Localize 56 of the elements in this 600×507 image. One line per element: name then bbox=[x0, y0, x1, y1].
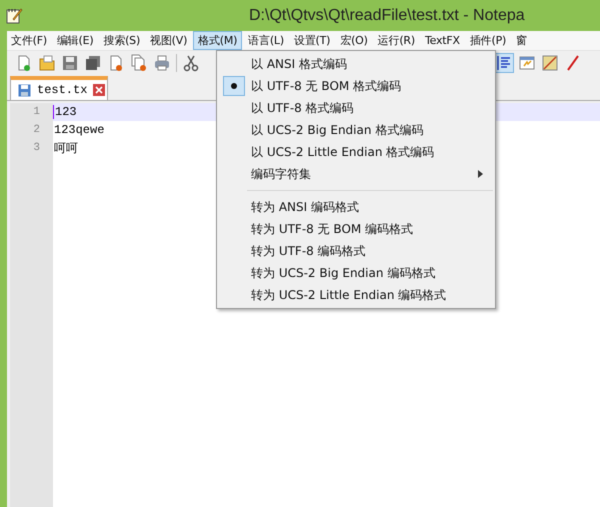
line-number: 1 bbox=[10, 103, 53, 121]
menu-option[interactable]: 以 ANSI 格式编码 bbox=[217, 53, 495, 75]
close-all-icon[interactable] bbox=[130, 54, 148, 72]
menu-option-label: 以 ANSI 格式编码 bbox=[251, 56, 347, 72]
folder-icon[interactable] bbox=[38, 54, 56, 72]
menu-item[interactable]: 文件(F) bbox=[7, 31, 51, 50]
menu-option[interactable]: 转为 UTF-8 编码格式 bbox=[217, 240, 495, 262]
close-icon[interactable] bbox=[93, 84, 106, 96]
menu-option[interactable]: 转为 UCS-2 Big Endian 编码格式 bbox=[217, 262, 495, 284]
menu-option-label: 转为 ANSI 编码格式 bbox=[251, 198, 359, 216]
line-number: 3 bbox=[10, 139, 53, 157]
code-line: 呵呵 bbox=[53, 140, 78, 156]
indent-guide-icon[interactable] bbox=[495, 54, 513, 72]
menu-item[interactable]: 搜索(S) bbox=[99, 31, 144, 50]
tab-label: test.tx bbox=[37, 83, 88, 97]
code-line: 123 bbox=[53, 105, 77, 119]
menu-option-label: 编码字符集 bbox=[251, 166, 311, 182]
menu-option[interactable]: 转为 UCS-2 Little Endian 编码格式 bbox=[217, 284, 495, 306]
window-icon[interactable] bbox=[518, 54, 536, 72]
menu-item[interactable]: 宏(O) bbox=[336, 31, 372, 50]
chart-icon[interactable] bbox=[541, 54, 559, 72]
menu-option[interactable]: 以 UCS-2 Little Endian 格式编码 bbox=[217, 141, 495, 163]
menu-item[interactable]: 设置(T) bbox=[290, 31, 334, 50]
menu-option-label: 以 UTF-8 无 BOM 格式编码 bbox=[251, 78, 402, 94]
printer-icon[interactable] bbox=[153, 54, 171, 72]
window-title: D:\Qt\Qtvs\Qt\readFile\test.txt - Notepa bbox=[249, 6, 525, 24]
menu-option-label: 转为 UCS-2 Big Endian 编码格式 bbox=[251, 264, 436, 282]
save-icon bbox=[18, 84, 31, 96]
menu-item[interactable]: 运行(R) bbox=[374, 31, 419, 50]
code-line: 123qewe bbox=[53, 123, 104, 137]
line-number: 2 bbox=[10, 121, 53, 139]
menu-option-label: 以 UCS-2 Little Endian 格式编码 bbox=[251, 144, 434, 160]
menu-option[interactable]: 以 UTF-8 无 BOM 格式编码 bbox=[217, 75, 495, 97]
menu-option-label: 转为 UCS-2 Little Endian 编码格式 bbox=[251, 286, 446, 304]
save-all-icon[interactable] bbox=[84, 54, 102, 72]
menu-item[interactable]: 语言(L) bbox=[244, 31, 288, 50]
save-icon[interactable] bbox=[61, 54, 79, 72]
file-tab[interactable]: test.tx bbox=[10, 76, 108, 100]
menu-option[interactable]: 转为 UTF-8 无 BOM 编码格式 bbox=[217, 218, 495, 240]
menu-option[interactable]: 转为 ANSI 编码格式 bbox=[217, 196, 495, 218]
menu-option-label: 转为 UTF-8 编码格式 bbox=[251, 242, 366, 260]
menu-item[interactable]: 窗 bbox=[512, 31, 531, 50]
submenu-item[interactable]: 编码字符集 bbox=[217, 163, 495, 185]
submenu-arrow-icon bbox=[478, 170, 483, 178]
menu-option[interactable]: 以 UTF-8 格式编码 bbox=[217, 97, 495, 119]
menu-item[interactable]: 格式(M) bbox=[193, 31, 242, 50]
scissors-icon[interactable] bbox=[182, 54, 200, 72]
menu-item[interactable]: 视图(V) bbox=[146, 31, 192, 50]
menu-item[interactable]: 插件(P) bbox=[466, 31, 510, 50]
menu-option-label: 转为 UTF-8 无 BOM 编码格式 bbox=[251, 220, 414, 238]
menu-item[interactable]: 编辑(E) bbox=[52, 31, 98, 50]
menu-option[interactable]: 以 UCS-2 Big Endian 格式编码 bbox=[217, 119, 495, 141]
notepad-icon bbox=[5, 6, 23, 24]
menu-option-label: 以 UTF-8 格式编码 bbox=[251, 100, 354, 116]
menu-option-label: 以 UCS-2 Big Endian 格式编码 bbox=[251, 122, 424, 138]
menu-item[interactable]: TextFX bbox=[420, 31, 464, 50]
